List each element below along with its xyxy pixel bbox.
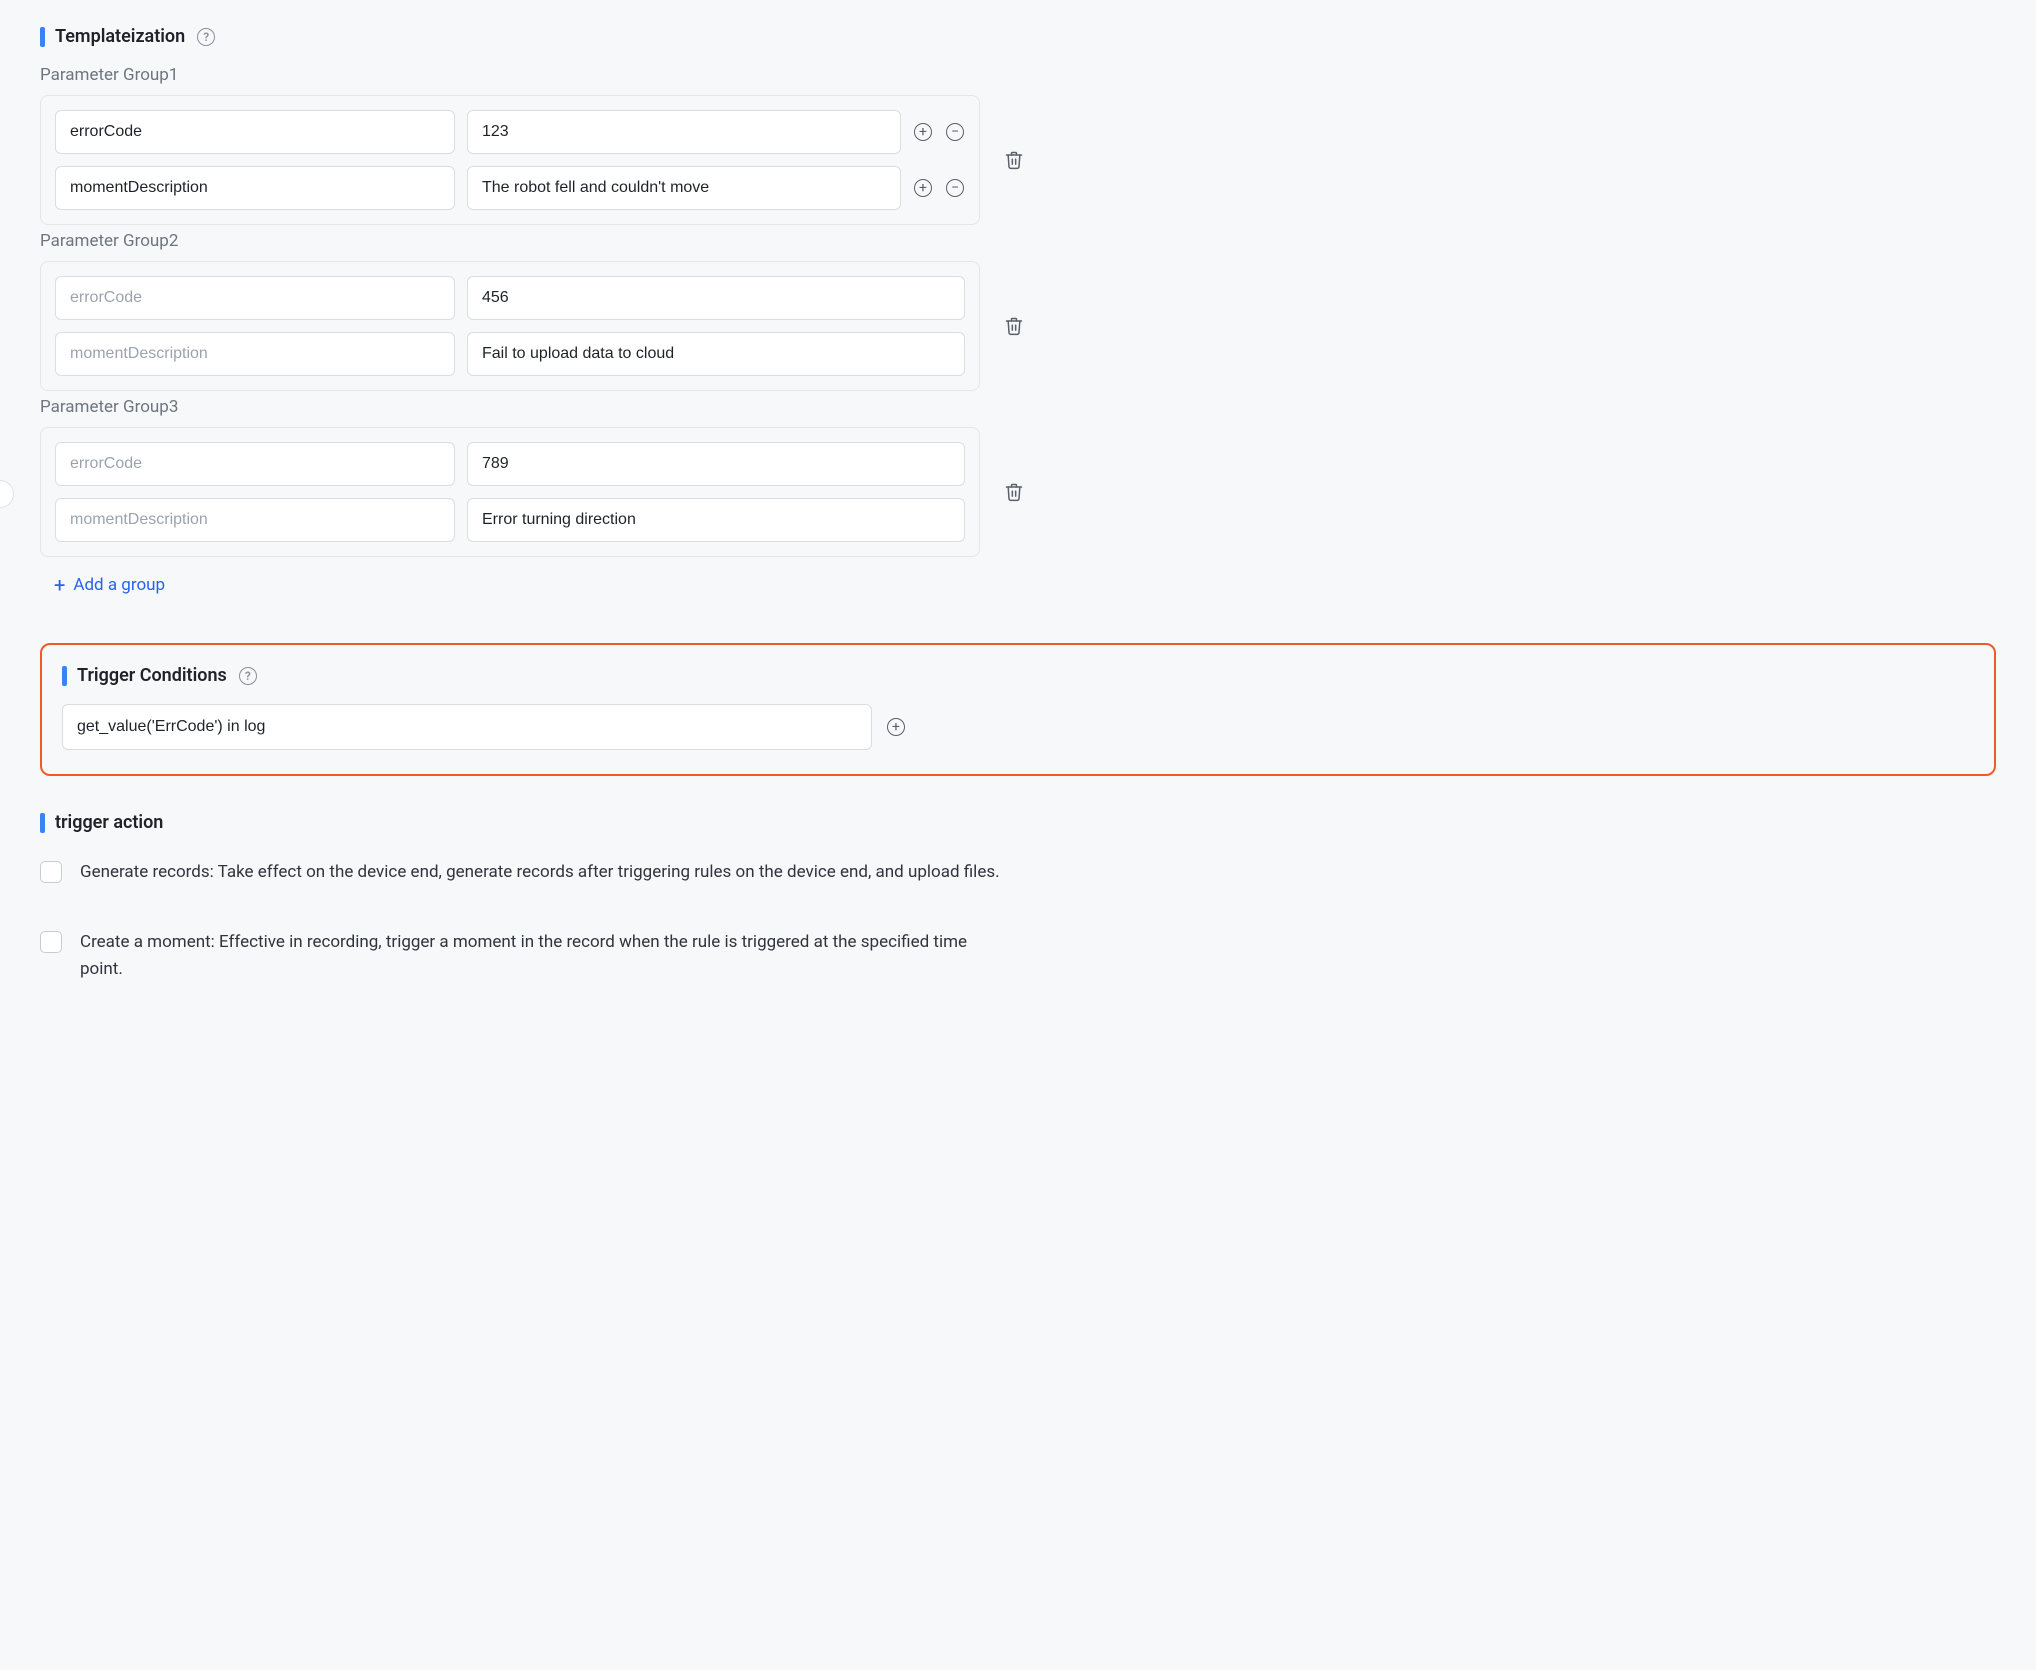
- add-condition-button[interactable]: +: [886, 717, 906, 737]
- parameter-key-input[interactable]: [55, 442, 455, 486]
- checkbox-label: Create a moment: Effective in recording,…: [80, 929, 1000, 982]
- parameter-row: [55, 276, 965, 320]
- plus-circle-icon: +: [914, 179, 932, 197]
- group-label: Parameter Group1: [40, 65, 1996, 85]
- minus-circle-icon: −: [946, 123, 964, 141]
- trash-icon: [1004, 150, 1024, 170]
- delete-group-button[interactable]: [996, 482, 1032, 502]
- trigger-conditions-header: Trigger Conditions ?: [62, 665, 1974, 686]
- add-group-label: Add a group: [73, 575, 165, 595]
- parameter-row: +−: [55, 166, 965, 210]
- remove-row-button[interactable]: −: [945, 122, 965, 142]
- templateization-title: Templateization: [55, 26, 185, 47]
- parameter-value-input[interactable]: [467, 442, 965, 486]
- checkbox[interactable]: [40, 931, 62, 953]
- minus-circle-icon: −: [946, 179, 964, 197]
- parameter-row: [55, 332, 965, 376]
- section-bar-icon: [40, 27, 45, 47]
- parameter-key-input[interactable]: [55, 332, 455, 376]
- checkbox[interactable]: [40, 861, 62, 883]
- add-row-button[interactable]: +: [913, 122, 933, 142]
- delete-group-button[interactable]: [996, 150, 1032, 170]
- parameter-key-input[interactable]: [55, 498, 455, 542]
- plus-icon: +: [54, 575, 65, 595]
- parameter-value-input[interactable]: [467, 332, 965, 376]
- trash-icon: [1004, 482, 1024, 502]
- plus-circle-icon: +: [914, 123, 932, 141]
- remove-row-button[interactable]: −: [945, 178, 965, 198]
- trigger-conditions-section: Trigger Conditions ? +: [40, 643, 1996, 776]
- trigger-action-option: Create a moment: Effective in recording,…: [40, 929, 1000, 982]
- parameter-row: [55, 442, 965, 486]
- trash-icon: [1004, 316, 1024, 336]
- trigger-condition-input[interactable]: [62, 704, 872, 750]
- parameter-key-input[interactable]: [55, 166, 455, 210]
- section-bar-icon: [40, 813, 45, 833]
- section-bar-icon: [62, 666, 67, 686]
- parameter-key-input[interactable]: [55, 276, 455, 320]
- parameter-group: [40, 427, 980, 557]
- trigger-action-option: Generate records: Take effect on the dev…: [40, 859, 1000, 885]
- plus-circle-icon: +: [887, 718, 905, 736]
- trigger-action-header: trigger action: [40, 812, 1996, 833]
- add-row-button[interactable]: +: [913, 178, 933, 198]
- side-collapse-knob[interactable]: [0, 480, 14, 508]
- group-label: Parameter Group3: [40, 397, 1996, 417]
- parameter-group: +−+−: [40, 95, 980, 225]
- parameter-value-input[interactable]: [467, 498, 965, 542]
- checkbox-label: Generate records: Take effect on the dev…: [80, 859, 1000, 885]
- parameter-value-input[interactable]: [467, 110, 901, 154]
- group-label: Parameter Group2: [40, 231, 1996, 251]
- parameter-group: [40, 261, 980, 391]
- delete-group-button[interactable]: [996, 316, 1032, 336]
- parameter-row: +−: [55, 110, 965, 154]
- parameter-row: [55, 498, 965, 542]
- add-group-button[interactable]: + Add a group: [54, 575, 165, 595]
- help-icon[interactable]: ?: [197, 28, 215, 46]
- templateization-header: Templateization ?: [40, 26, 1996, 47]
- trigger-action-title: trigger action: [55, 812, 163, 833]
- trigger-conditions-title: Trigger Conditions: [77, 665, 227, 686]
- help-icon[interactable]: ?: [239, 667, 257, 685]
- parameter-value-input[interactable]: [467, 276, 965, 320]
- parameter-key-input[interactable]: [55, 110, 455, 154]
- parameter-value-input[interactable]: [467, 166, 901, 210]
